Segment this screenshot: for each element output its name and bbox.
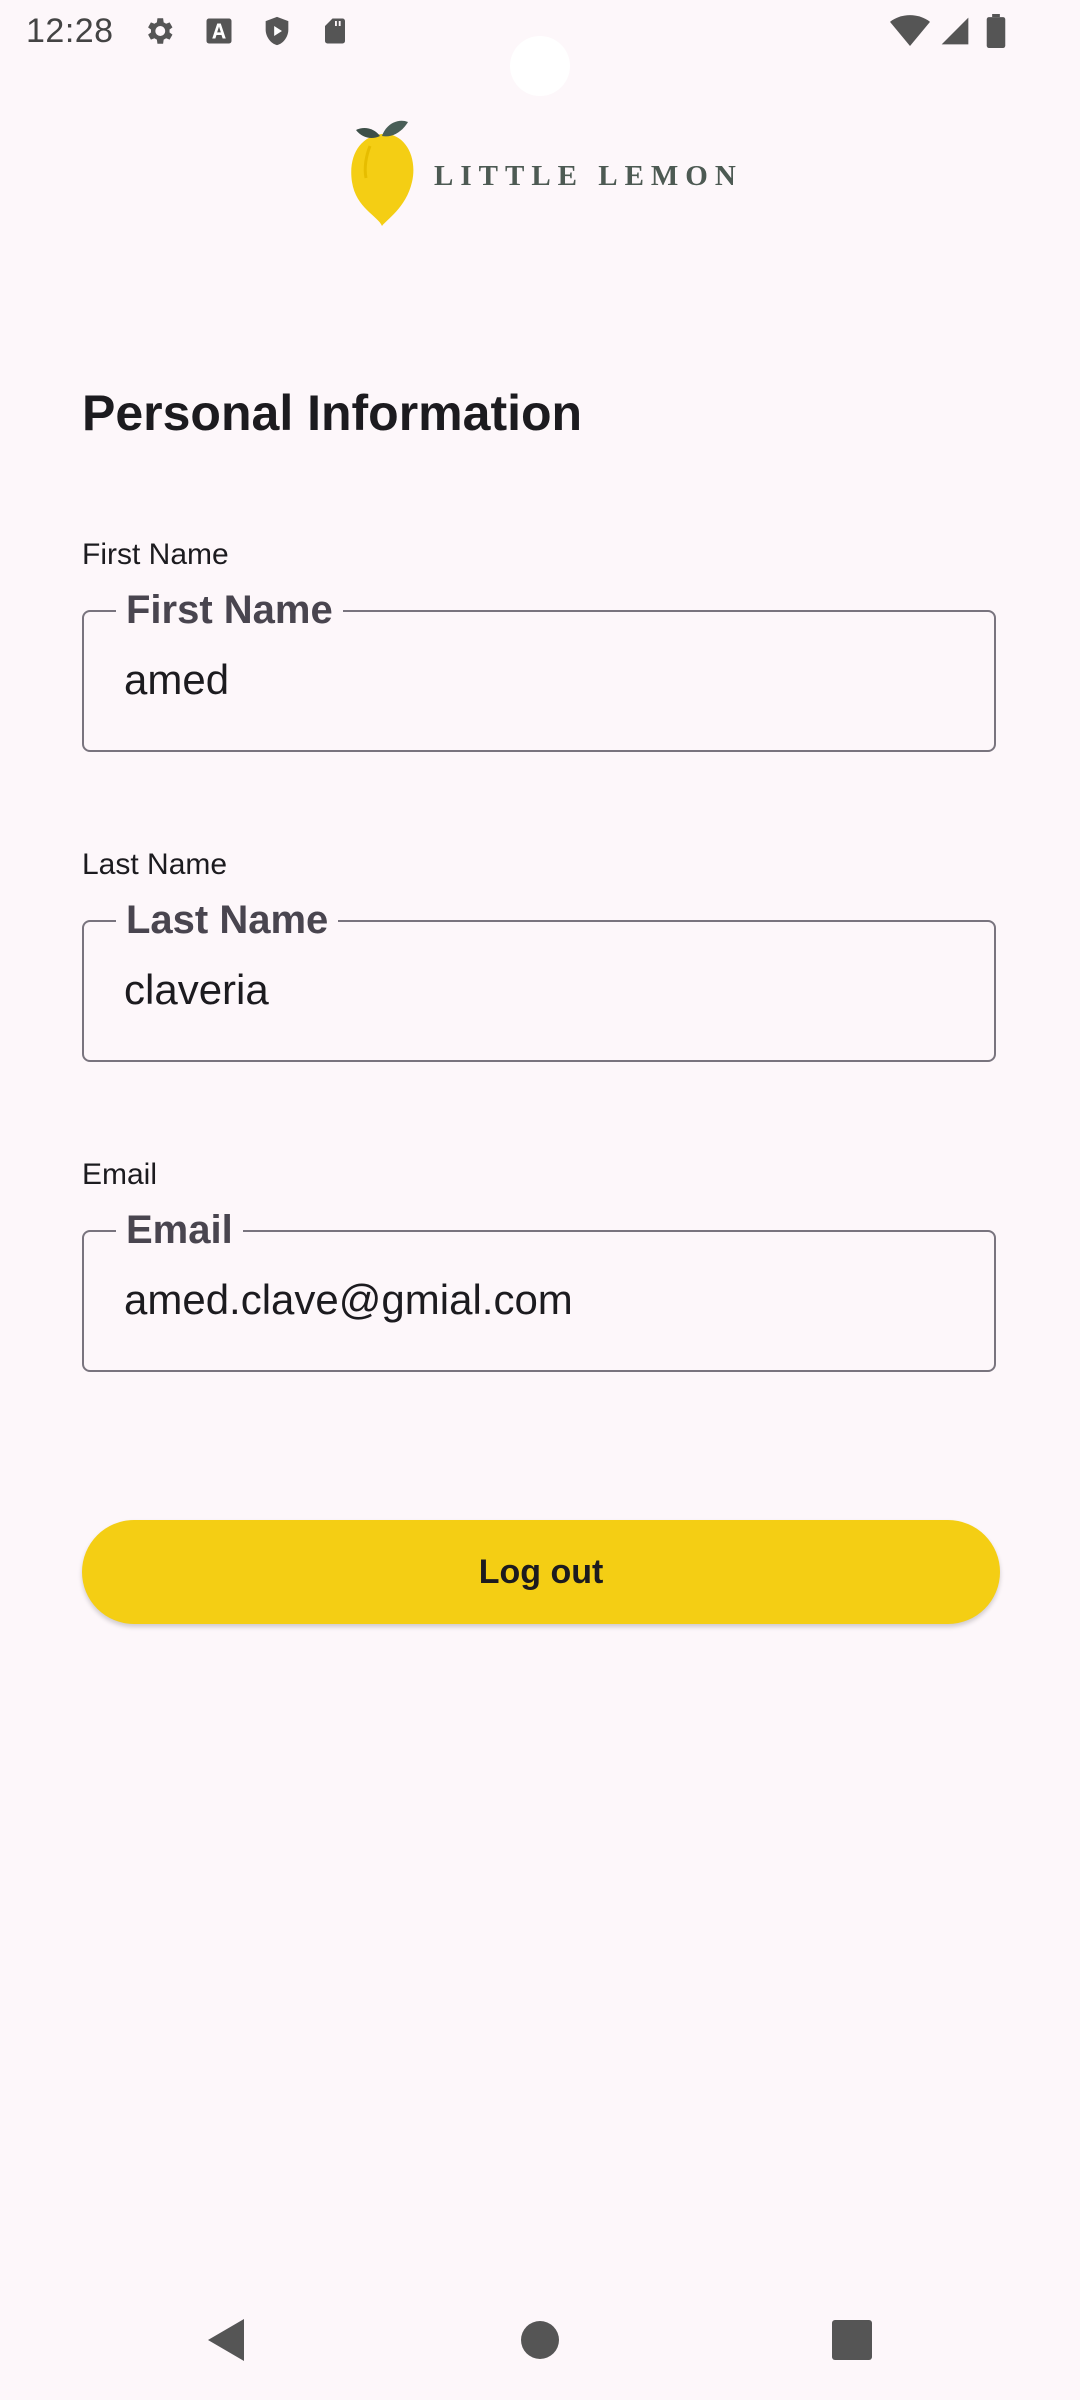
last-name-field[interactable]: Last Name claveria: [82, 894, 996, 1062]
lemon-icon: [351, 120, 414, 226]
signal-icon: [938, 14, 972, 48]
email-field[interactable]: Email amed.clave@gmial.com: [82, 1204, 996, 1372]
logo-text: LITTLE LEMON: [434, 160, 743, 192]
email-caption: Email: [82, 1158, 158, 1191]
shield-play-icon: [260, 14, 294, 48]
email-input[interactable]: amed.clave@gmial.com: [124, 1276, 944, 1324]
battery-icon: [982, 14, 1010, 48]
email-legend: Email: [116, 1204, 243, 1256]
status-bar: 12:28: [0, 0, 1080, 96]
last-name-legend: Last Name: [116, 894, 339, 946]
recents-square-icon[interactable]: [822, 2310, 882, 2370]
page-title: Personal Information: [82, 385, 583, 441]
status-time: 12:28: [26, 12, 114, 50]
first-name-input[interactable]: amed: [124, 656, 944, 704]
first-name-field[interactable]: First Name amed: [82, 584, 996, 752]
little-lemon-logo: LITTLE LEMON: [342, 116, 742, 232]
back-triangle-icon[interactable]: [196, 2310, 256, 2370]
navigation-bar: [0, 2280, 1080, 2400]
logout-button[interactable]: Log out: [82, 1520, 1000, 1624]
last-name-input[interactable]: claveria: [124, 966, 944, 1014]
font-a-icon: [202, 14, 236, 48]
first-name-legend: First Name: [116, 584, 343, 636]
gear-icon: [142, 14, 176, 48]
sd-card-icon: [318, 14, 352, 48]
first-name-caption: First Name: [82, 538, 229, 571]
wifi-icon: [890, 14, 930, 48]
home-circle-icon[interactable]: [510, 2310, 570, 2370]
camera-cutout: [510, 36, 570, 96]
last-name-caption: Last Name: [82, 848, 228, 881]
